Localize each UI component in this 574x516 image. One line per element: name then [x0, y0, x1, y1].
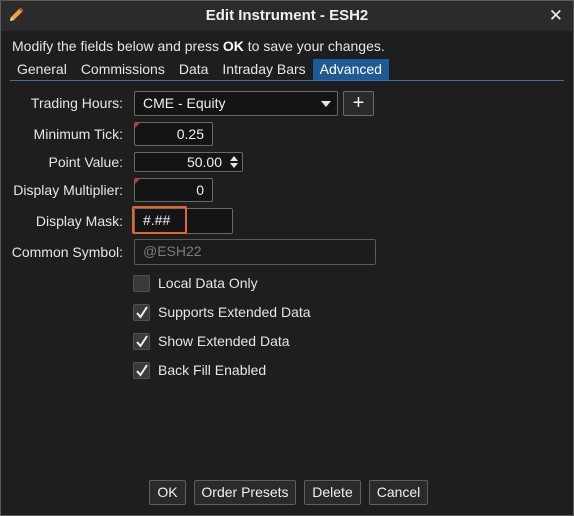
- trading-hours-label: Trading Hours:: [30, 95, 123, 111]
- back-fill-enabled-label: Back Fill Enabled: [158, 362, 267, 378]
- cancel-button[interactable]: Cancel: [369, 480, 428, 505]
- modified-marker: [135, 179, 140, 184]
- title-bar: Edit Instrument - ESH2 ✕: [1, 1, 573, 31]
- instructions-ok: OK: [222, 38, 244, 54]
- common-symbol-label: Common Symbol:: [11, 244, 123, 260]
- tab-commissions[interactable]: Commissions: [73, 59, 172, 80]
- local-data-only-label: Local Data Only: [158, 275, 258, 291]
- chevron-down-icon: [321, 101, 331, 107]
- minimum-tick-label: Minimum Tick:: [33, 126, 123, 142]
- display-mask-label: Display Mask:: [35, 213, 123, 229]
- checkmark-icon: [136, 334, 148, 348]
- tab-strip: General Commissions Data Intraday Bars A…: [10, 59, 389, 80]
- trading-hours-value: CME - Equity: [143, 95, 226, 111]
- display-multiplier-field[interactable]: 0: [134, 178, 213, 202]
- edit-instrument-dialog: Edit Instrument - ESH2 ✕ Modify the fiel…: [0, 0, 574, 516]
- tab-general[interactable]: General: [10, 59, 74, 80]
- order-presets-button[interactable]: Order Presets: [194, 480, 296, 505]
- show-extended-data-checkbox[interactable]: [133, 332, 150, 350]
- point-value-value: 50.00: [186, 154, 222, 170]
- common-symbol-field[interactable]: @ESH22: [134, 239, 376, 265]
- ok-button[interactable]: OK: [149, 480, 186, 505]
- checkmark-icon: [136, 363, 148, 377]
- display-multiplier-label: Display Multiplier:: [13, 182, 123, 198]
- show-extended-data-label: Show Extended Data: [158, 333, 290, 349]
- trading-hours-select[interactable]: CME - Equity: [134, 91, 338, 116]
- supports-extended-data-option[interactable]: Supports Extended Data: [133, 302, 311, 322]
- tab-data[interactable]: Data: [171, 59, 216, 80]
- show-extended-data-option[interactable]: Show Extended Data: [133, 331, 290, 351]
- checkmark-icon: [136, 305, 148, 319]
- delete-button[interactable]: Delete: [304, 480, 361, 505]
- spinner-icon[interactable]: [229, 155, 239, 169]
- supports-extended-data-label: Supports Extended Data: [158, 304, 311, 320]
- minimum-tick-field[interactable]: 0.25: [134, 122, 213, 146]
- common-symbol-placeholder: @ESH22: [143, 243, 202, 259]
- back-fill-enabled-checkbox[interactable]: [133, 361, 150, 379]
- minimum-tick-value: 0.25: [176, 126, 204, 142]
- local-data-only-checkbox[interactable]: [133, 274, 150, 292]
- local-data-only-option[interactable]: Local Data Only: [133, 273, 258, 293]
- supports-extended-data-checkbox[interactable]: [133, 303, 150, 321]
- display-multiplier-value: 0: [196, 182, 204, 198]
- focus-highlight: [132, 206, 187, 234]
- window-title: Edit Instrument - ESH2: [205, 7, 369, 24]
- point-value-label: Point Value:: [48, 154, 123, 170]
- point-value-field[interactable]: 50.00: [134, 152, 243, 172]
- instructions-after: to save your changes.: [243, 38, 385, 54]
- instructions-text: Modify the fields below and press OK to …: [12, 38, 385, 54]
- modified-marker: [135, 123, 140, 128]
- instructions-before: Modify the fields below and press: [12, 38, 223, 54]
- add-trading-hours-button[interactable]: +: [343, 91, 374, 116]
- tab-underline: [10, 80, 564, 81]
- tab-advanced[interactable]: Advanced: [312, 59, 389, 80]
- back-fill-enabled-option[interactable]: Back Fill Enabled: [133, 360, 266, 380]
- tab-intraday-bars[interactable]: Intraday Bars: [215, 59, 313, 80]
- close-icon[interactable]: ✕: [549, 6, 563, 26]
